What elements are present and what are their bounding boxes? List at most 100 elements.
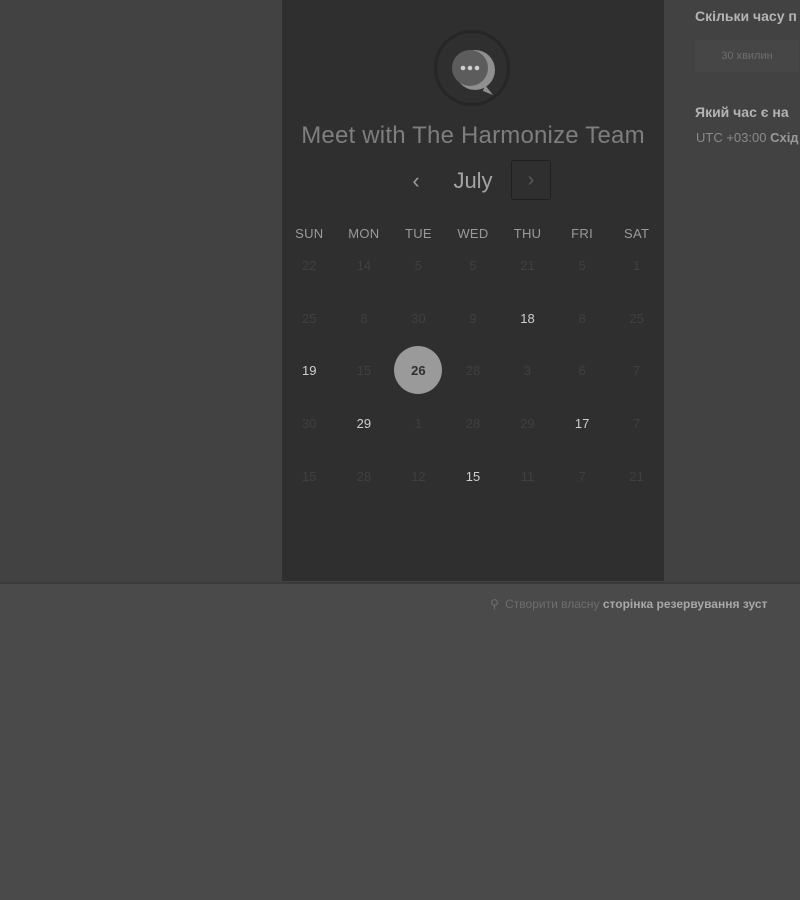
calendar-day-number: 28 — [465, 362, 481, 378]
weekday-label: WED — [457, 226, 489, 241]
time-question: Який час є на — [695, 104, 789, 120]
calendar-day[interactable]: 15 — [446, 452, 501, 500]
calendar-day: 28 — [446, 346, 501, 394]
calendar-day[interactable]: 29 — [337, 399, 392, 447]
chevron-right-icon: › — [527, 169, 535, 191]
calendar-day-number: 5 — [578, 257, 586, 273]
calendar-day: 29 — [500, 399, 555, 447]
calendar-day-number: 14 — [356, 257, 372, 273]
calendar-day-number: 28 — [465, 415, 481, 431]
calendar-week-row: 25 8 30 9 18 8 25 — [282, 294, 664, 342]
calendar-day: 1 — [609, 241, 664, 289]
hubspot-sprocket-icon: ⚲ — [490, 597, 499, 611]
calendar-day: 8 — [337, 294, 392, 342]
calendar-day: 11 — [500, 452, 555, 500]
weekday-label: MON — [348, 226, 380, 241]
calendar-day: 14 — [337, 241, 392, 289]
calendar-day-number: 18 — [520, 310, 535, 326]
prev-month-button[interactable]: ‹ — [404, 168, 428, 194]
calendar-week-row: 15 28 12 15 11 7 21 — [282, 452, 664, 500]
timezone-name: Схід — [770, 130, 799, 145]
weekday-header: SUN MON TUE WED THU FRI SAT — [282, 226, 664, 241]
calendar-day-number: 5 — [414, 257, 423, 273]
calendar-day-number: 1 — [633, 257, 641, 273]
calendar-day: 7 — [555, 452, 610, 500]
calendar-day-number: 8 — [360, 310, 368, 326]
calendar-day[interactable]: 17 — [555, 399, 610, 447]
calendar-day-number: 21 — [520, 257, 535, 273]
calendar-day-number: 15 — [302, 468, 317, 484]
calendar-day-number: 19 — [302, 362, 317, 378]
calendar-day-number: 7 — [633, 415, 641, 431]
calendar-day-number: 15 — [356, 362, 372, 378]
next-month-button[interactable]: › — [511, 160, 551, 200]
calendar-day-number: 21 — [629, 468, 644, 484]
calendar-day-number: 25 — [629, 310, 644, 326]
calendar-day: 5 — [446, 241, 501, 289]
calendar-day: 30 — [391, 294, 446, 342]
weekday-label: TUE — [404, 226, 432, 241]
calendar-day-number: 29 — [520, 415, 535, 431]
calendar-day-number: 17 — [574, 415, 590, 431]
calendar-day: 7 — [609, 399, 664, 447]
calendar-day-number: 6 — [578, 362, 586, 378]
month-label: July — [453, 168, 493, 193]
calendar-day: 30 — [282, 399, 337, 447]
calendar-day-number: 26 — [394, 346, 443, 394]
calendar-day-number: 22 — [302, 257, 317, 273]
calendar-day: 22 — [282, 241, 337, 289]
calendar-week-row: 30 29 1 28 29 17 7 — [282, 399, 664, 447]
weekday-label: SUN — [295, 226, 324, 241]
calendar-day-number: 28 — [356, 468, 372, 484]
calendar-day: 5 — [391, 241, 446, 289]
footer-promo: ⚲ Створити власну сторінка резервування … — [490, 597, 767, 611]
calendar-day: 28 — [446, 399, 501, 447]
calendar-day: 1 — [391, 399, 446, 447]
weekday-label: THU — [513, 226, 542, 241]
calendar-day-number: 3 — [523, 362, 532, 378]
calendar-day-selected[interactable]: 26 — [391, 346, 446, 394]
calendar-day-number: 7 — [578, 468, 586, 484]
calendar-day: 21 — [500, 241, 555, 289]
calendar-day: 15 — [282, 452, 337, 500]
calendar-day: 25 — [282, 294, 337, 342]
calendar-day: 28 — [337, 452, 392, 500]
calendar-day-number: 5 — [469, 257, 477, 273]
calendar-day: 5 — [555, 241, 610, 289]
team-logo-icon — [434, 30, 510, 106]
calendar-day: 15 — [337, 346, 392, 394]
footer-link[interactable]: сторінка резервування зуст — [603, 597, 768, 611]
section-divider — [0, 582, 800, 584]
calendar-day-number: 25 — [302, 310, 317, 326]
calendar-day-number: 29 — [356, 415, 372, 431]
calendar-week-row: 19 15 26 28 3 6 7 — [282, 346, 664, 394]
calendar-day-number: 1 — [414, 415, 423, 431]
footer-prefix: Створити власну — [505, 597, 600, 611]
calendar-day: 3 — [500, 346, 555, 394]
calendar-day-number: 30 — [302, 415, 317, 431]
calendar-day: 25 — [609, 294, 664, 342]
calendar-week-row: 22 14 5 5 21 5 1 — [282, 241, 664, 289]
calendar-day-number: 11 — [520, 468, 535, 484]
calendar-day: 12 — [391, 452, 446, 500]
calendar-day-number: 7 — [633, 362, 641, 378]
duration-option-button[interactable]: 30 хвилин — [695, 40, 799, 72]
weekday-label: FRI — [571, 226, 594, 241]
timezone-offset: UTC +03:00 — [696, 130, 767, 145]
calendar-day: 9 — [446, 294, 501, 342]
calendar-day-number: 8 — [578, 310, 586, 326]
calendar-day: 21 — [609, 452, 664, 500]
calendar-day[interactable]: 18 — [500, 294, 555, 342]
calendar-day-number: 30 — [411, 310, 426, 326]
weekday-label: SAT — [624, 226, 650, 241]
calendar-day-number: 9 — [469, 310, 477, 326]
timezone-selector[interactable]: UTC +03:00 Схід — [696, 130, 799, 145]
calendar-day: 7 — [609, 346, 664, 394]
chevron-left-icon: ‹ — [412, 168, 420, 193]
calendar-day-number: 12 — [411, 468, 426, 484]
page-title: Meet with The Harmonize Team — [301, 122, 645, 149]
duration-question: Скільки часу п — [695, 8, 797, 24]
calendar-day: 6 — [555, 346, 610, 394]
calendar-day-number: 15 — [465, 468, 481, 484]
calendar-day[interactable]: 19 — [282, 346, 337, 394]
